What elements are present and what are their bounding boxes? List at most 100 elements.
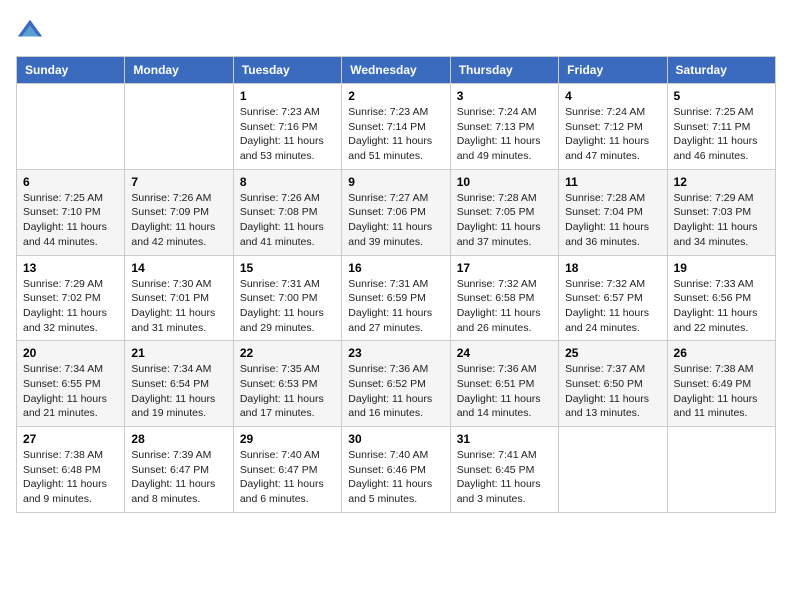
calendar-table: SundayMondayTuesdayWednesdayThursdayFrid… — [16, 56, 776, 513]
calendar-week-row: 1 Sunrise: 7:23 AMSunset: 7:16 PMDaylight… — [17, 84, 776, 170]
day-number: 29 — [240, 432, 335, 446]
calendar-cell — [125, 84, 233, 170]
logo — [16, 16, 48, 44]
day-info: Sunrise: 7:29 AMSunset: 7:02 PMDaylight:… — [23, 277, 118, 336]
day-info: Sunrise: 7:23 AMSunset: 7:16 PMDaylight:… — [240, 105, 335, 164]
day-info: Sunrise: 7:26 AMSunset: 7:08 PMDaylight:… — [240, 191, 335, 250]
day-number: 1 — [240, 89, 335, 103]
day-info: Sunrise: 7:33 AMSunset: 6:56 PMDaylight:… — [674, 277, 769, 336]
day-info: Sunrise: 7:36 AMSunset: 6:51 PMDaylight:… — [457, 362, 552, 421]
day-info: Sunrise: 7:38 AMSunset: 6:49 PMDaylight:… — [674, 362, 769, 421]
day-info: Sunrise: 7:30 AMSunset: 7:01 PMDaylight:… — [131, 277, 226, 336]
calendar-week-row: 6Sunrise: 7:25 AMSunset: 7:10 PMDaylight… — [17, 169, 776, 255]
calendar-cell — [559, 427, 667, 513]
calendar-cell: 25Sunrise: 7:37 AMSunset: 6:50 PMDayligh… — [559, 341, 667, 427]
calendar-cell: 13 Sunrise: 7:29 AMSunset: 7:02 PMDayligh… — [17, 255, 125, 341]
day-info: Sunrise: 7:41 AMSunset: 6:45 PMDaylight:… — [457, 448, 552, 507]
calendar-cell: 27 Sunrise: 7:38 AMSunset: 6:48 PMDayligh… — [17, 427, 125, 513]
calendar-week-row: 20 Sunrise: 7:34 AMSunset: 6:55 PMDayligh… — [17, 341, 776, 427]
calendar-cell: 21Sunrise: 7:34 AMSunset: 6:54 PMDayligh… — [125, 341, 233, 427]
calendar-cell — [667, 427, 775, 513]
day-number: 2 — [348, 89, 443, 103]
day-of-week-header: Sunday — [17, 57, 125, 84]
day-info: Sunrise: 7:32 AMSunset: 6:57 PMDaylight:… — [565, 277, 660, 336]
calendar-cell: 23Sunrise: 7:36 AMSunset: 6:52 PMDayligh… — [342, 341, 450, 427]
day-number: 30 — [348, 432, 443, 446]
day-number: 19 — [674, 261, 769, 275]
calendar-header-row: SundayMondayTuesdayWednesdayThursdayFrid… — [17, 57, 776, 84]
calendar-cell: 19 Sunrise: 7:33 AMSunset: 6:56 PMDayligh… — [667, 255, 775, 341]
day-info: Sunrise: 7:27 AMSunset: 7:06 PMDaylight:… — [348, 191, 443, 250]
calendar-week-row: 27 Sunrise: 7:38 AMSunset: 6:48 PMDayligh… — [17, 427, 776, 513]
day-info: Sunrise: 7:23 AMSunset: 7:14 PMDaylight:… — [348, 105, 443, 164]
calendar-cell: 5 Sunrise: 7:25 AMSunset: 7:11 PMDaylight… — [667, 84, 775, 170]
day-number: 13 — [23, 261, 118, 275]
day-of-week-header: Tuesday — [233, 57, 341, 84]
day-info: Sunrise: 7:29 AMSunset: 7:03 PMDaylight:… — [674, 191, 769, 250]
day-info: Sunrise: 7:35 AMSunset: 6:53 PMDaylight:… — [240, 362, 335, 421]
day-number: 22 — [240, 346, 335, 360]
day-number: 26 — [674, 346, 769, 360]
day-number: 3 — [457, 89, 552, 103]
calendar-cell: 24 Sunrise: 7:36 AMSunset: 6:51 PMDayligh… — [450, 341, 558, 427]
day-info: Sunrise: 7:39 AMSunset: 6:47 PMDaylight:… — [131, 448, 226, 507]
day-number: 4 — [565, 89, 660, 103]
calendar-cell: 3 Sunrise: 7:24 AMSunset: 7:13 PMDaylight… — [450, 84, 558, 170]
day-of-week-header: Saturday — [667, 57, 775, 84]
day-info: Sunrise: 7:40 AMSunset: 6:47 PMDaylight:… — [240, 448, 335, 507]
calendar-cell: 9 Sunrise: 7:27 AMSunset: 7:06 PMDaylight… — [342, 169, 450, 255]
calendar-cell: 4 Sunrise: 7:24 AMSunset: 7:12 PMDaylight… — [559, 84, 667, 170]
day-info: Sunrise: 7:38 AMSunset: 6:48 PMDaylight:… — [23, 448, 118, 507]
calendar-cell: 1 Sunrise: 7:23 AMSunset: 7:16 PMDaylight… — [233, 84, 341, 170]
day-info: Sunrise: 7:28 AMSunset: 7:05 PMDaylight:… — [457, 191, 552, 250]
day-of-week-header: Monday — [125, 57, 233, 84]
day-number: 18 — [565, 261, 660, 275]
day-info: Sunrise: 7:24 AMSunset: 7:12 PMDaylight:… — [565, 105, 660, 164]
day-of-week-header: Friday — [559, 57, 667, 84]
day-number: 6 — [23, 175, 118, 189]
calendar-cell: 22 Sunrise: 7:35 AMSunset: 6:53 PMDayligh… — [233, 341, 341, 427]
calendar-cell: 2 Sunrise: 7:23 AMSunset: 7:14 PMDaylight… — [342, 84, 450, 170]
calendar-week-row: 13 Sunrise: 7:29 AMSunset: 7:02 PMDayligh… — [17, 255, 776, 341]
day-info: Sunrise: 7:31 AMSunset: 6:59 PMDaylight:… — [348, 277, 443, 336]
day-info: Sunrise: 7:31 AMSunset: 7:00 PMDaylight:… — [240, 277, 335, 336]
calendar-cell: 7 Sunrise: 7:26 AMSunset: 7:09 PMDaylight… — [125, 169, 233, 255]
day-info: Sunrise: 7:26 AMSunset: 7:09 PMDaylight:… — [131, 191, 226, 250]
day-info: Sunrise: 7:36 AMSunset: 6:52 PMDaylight:… — [348, 362, 443, 421]
day-number: 31 — [457, 432, 552, 446]
day-number: 27 — [23, 432, 118, 446]
calendar-cell: 10Sunrise: 7:28 AMSunset: 7:05 PMDayligh… — [450, 169, 558, 255]
day-info: Sunrise: 7:24 AMSunset: 7:13 PMDaylight:… — [457, 105, 552, 164]
calendar-cell: 29 Sunrise: 7:40 AMSunset: 6:47 PMDayligh… — [233, 427, 341, 513]
calendar-cell: 20 Sunrise: 7:34 AMSunset: 6:55 PMDayligh… — [17, 341, 125, 427]
calendar-cell: 28Sunrise: 7:39 AMSunset: 6:47 PMDayligh… — [125, 427, 233, 513]
day-info: Sunrise: 7:25 AMSunset: 7:11 PMDaylight:… — [674, 105, 769, 164]
calendar-cell: 15 Sunrise: 7:31 AMSunset: 7:00 PMDayligh… — [233, 255, 341, 341]
calendar-cell: 16 Sunrise: 7:31 AMSunset: 6:59 PMDayligh… — [342, 255, 450, 341]
page-header — [16, 16, 776, 44]
day-of-week-header: Wednesday — [342, 57, 450, 84]
day-number: 16 — [348, 261, 443, 275]
day-number: 11 — [565, 175, 660, 189]
day-number: 5 — [674, 89, 769, 103]
day-info: Sunrise: 7:28 AMSunset: 7:04 PMDaylight:… — [565, 191, 660, 250]
day-number: 25 — [565, 346, 660, 360]
calendar-cell: 6Sunrise: 7:25 AMSunset: 7:10 PMDaylight… — [17, 169, 125, 255]
calendar-cell: 18 Sunrise: 7:32 AMSunset: 6:57 PMDayligh… — [559, 255, 667, 341]
day-info: Sunrise: 7:34 AMSunset: 6:55 PMDaylight:… — [23, 362, 118, 421]
day-number: 7 — [131, 175, 226, 189]
day-info: Sunrise: 7:40 AMSunset: 6:46 PMDaylight:… — [348, 448, 443, 507]
calendar-cell: 8 Sunrise: 7:26 AMSunset: 7:08 PMDaylight… — [233, 169, 341, 255]
calendar-cell: 31 Sunrise: 7:41 AMSunset: 6:45 PMDayligh… — [450, 427, 558, 513]
calendar-cell: 12 Sunrise: 7:29 AMSunset: 7:03 PMDayligh… — [667, 169, 775, 255]
day-number: 12 — [674, 175, 769, 189]
calendar-cell: 26 Sunrise: 7:38 AMSunset: 6:49 PMDayligh… — [667, 341, 775, 427]
day-number: 8 — [240, 175, 335, 189]
day-number: 17 — [457, 261, 552, 275]
day-number: 24 — [457, 346, 552, 360]
day-number: 9 — [348, 175, 443, 189]
day-info: Sunrise: 7:32 AMSunset: 6:58 PMDaylight:… — [457, 277, 552, 336]
day-number: 21 — [131, 346, 226, 360]
day-number: 20 — [23, 346, 118, 360]
day-number: 15 — [240, 261, 335, 275]
